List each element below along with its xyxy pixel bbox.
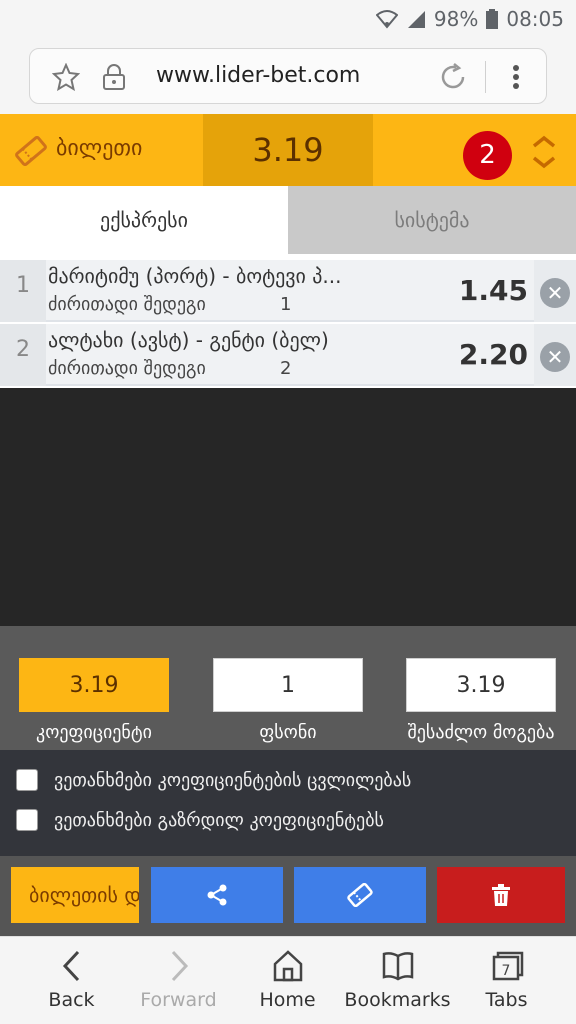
- tab-express[interactable]: ექსპრესი: [0, 186, 288, 254]
- status-bar: 98% 08:05: [0, 0, 576, 38]
- ticket-icon: [14, 135, 48, 170]
- possible-win-label: შესაძლო მოგება: [407, 722, 555, 743]
- url-text[interactable]: www.lider-bet.com: [156, 63, 360, 88]
- home-icon: [230, 949, 345, 983]
- place-bet-button[interactable]: ბილეთის დ: [11, 867, 139, 923]
- remove-bet-button[interactable]: ✕: [534, 324, 576, 386]
- chevron-right-icon: [121, 949, 236, 983]
- back-button[interactable]: Back: [14, 937, 129, 1024]
- chevron-left-icon: [14, 949, 129, 983]
- bet-market: ძირითადი შედეგი: [48, 358, 206, 379]
- odds-label: კოეფიციენტი: [36, 722, 152, 743]
- wifi-icon: [375, 9, 398, 29]
- close-icon[interactable]: ✕: [540, 342, 570, 372]
- stake-input[interactable]: 1: [213, 658, 363, 712]
- bet-outcome: 1: [280, 294, 292, 315]
- action-bar: ბილეთის დ: [0, 856, 576, 936]
- delete-button[interactable]: [437, 867, 565, 923]
- bet-row: 2 ალტახი (ავსტ) - გენტი (ბელ) ძირითადი შ…: [0, 324, 576, 386]
- stake-panel: 3.19 1 3.19 კოეფიციენტი ფსონი შესაძლო მო…: [0, 626, 576, 750]
- home-button[interactable]: Home: [230, 937, 345, 1024]
- tab-count: 7: [501, 963, 510, 979]
- bet-number: 1: [0, 260, 46, 322]
- bet-list: 1 მარიტიმუ (პორტ) - ბოტევი პ... ძირითადი…: [0, 260, 576, 388]
- forward-label: Forward: [140, 989, 217, 1011]
- total-odds: 3.19: [203, 114, 373, 186]
- reload-icon[interactable]: [438, 62, 468, 96]
- signal-icon: [406, 9, 426, 29]
- browser-toolbar: www.lider-bet.com: [0, 38, 576, 114]
- checkbox[interactable]: [16, 809, 38, 831]
- bet-market: ძირითადი შედეგი: [48, 294, 206, 315]
- home-label: Home: [259, 989, 316, 1011]
- checkbox[interactable]: [16, 769, 38, 791]
- bet-event: მარიტიმუ (პორტ) - ბოტევი პ...: [48, 264, 342, 288]
- bet-odds: 2.20: [458, 338, 528, 371]
- bet-row: 1 მარიტიმუ (პორტ) - ბოტევი პ... ძირითადი…: [0, 260, 576, 322]
- forward-button[interactable]: Forward: [121, 937, 236, 1024]
- clock: 08:05: [506, 7, 564, 31]
- more-vert-icon[interactable]: [512, 64, 520, 94]
- tab-system[interactable]: სისტემა: [288, 186, 576, 254]
- odds-field: 3.19: [19, 658, 169, 712]
- tabs-icon: 7: [449, 949, 564, 983]
- book-icon: [340, 949, 455, 983]
- battery-percent: 98%: [433, 7, 479, 31]
- expand-collapse-icon[interactable]: [528, 134, 560, 174]
- selection-count-badge: 2: [463, 131, 512, 180]
- bet-event: ალტახი (ავსტ) - გენტი (ბელ): [48, 328, 329, 352]
- agreements: ვეთანხმები კოეფიციენტების ცვლილებას ვეთა…: [0, 750, 576, 856]
- close-icon[interactable]: ✕: [540, 278, 570, 308]
- ticket-button[interactable]: [294, 867, 426, 923]
- tabs-button[interactable]: 7 Tabs: [449, 937, 564, 1024]
- star-icon[interactable]: [51, 62, 81, 95]
- remove-bet-button[interactable]: ✕: [534, 260, 576, 322]
- bet-outcome: 2: [280, 358, 292, 379]
- tabs-label: Tabs: [485, 989, 528, 1011]
- battery-icon: [486, 9, 499, 29]
- agree-label: ვეთანხმები გაზრდილ კოეფიციენტებს: [54, 809, 384, 831]
- bookmarks-label: Bookmarks: [344, 989, 451, 1011]
- betslip-title: ბილეთი: [56, 136, 143, 161]
- bet-type-tabs: ექსპრესი სისტემა: [0, 186, 576, 254]
- possible-win-field: 3.19: [406, 658, 556, 712]
- empty-area: [0, 388, 576, 626]
- stake-label: ფსონი: [259, 722, 317, 743]
- bet-odds: 1.45: [458, 274, 528, 307]
- agree-odds-change[interactable]: ვეთანხმები კოეფიციენტების ცვლილებას: [16, 768, 411, 792]
- lock-icon: [102, 63, 126, 95]
- agree-label: ვეთანხმები კოეფიციენტების ცვლილებას: [54, 769, 412, 791]
- divider: [485, 61, 486, 93]
- browser-bottom-nav: Back Forward Home Bookmarks 7 Tabs: [0, 936, 576, 1024]
- bet-number: 2: [0, 324, 46, 386]
- address-bar[interactable]: www.lider-bet.com: [29, 48, 547, 104]
- back-label: Back: [48, 989, 95, 1011]
- bookmarks-button[interactable]: Bookmarks: [340, 937, 455, 1024]
- agree-increased-odds[interactable]: ვეთანხმები გაზრდილ კოეფიციენტებს: [16, 808, 384, 832]
- share-button[interactable]: [151, 867, 283, 923]
